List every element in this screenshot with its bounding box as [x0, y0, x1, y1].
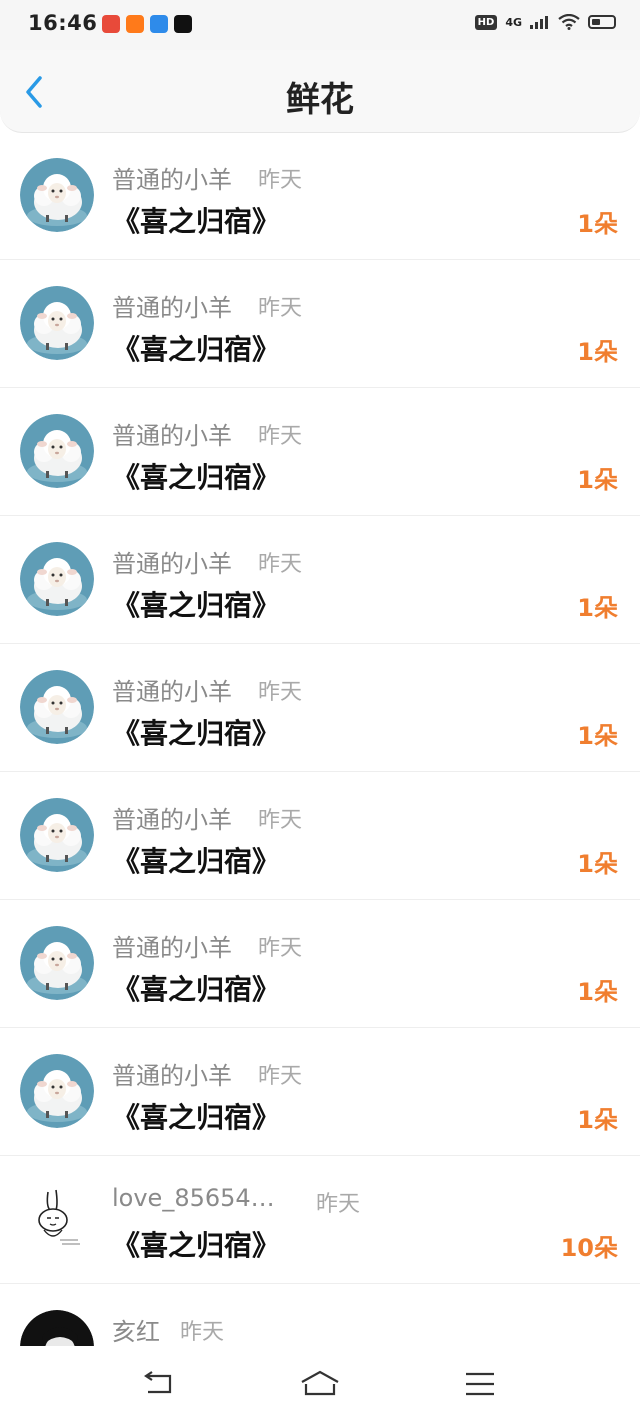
battery-icon — [588, 15, 616, 29]
status-right: HD 4G — [474, 14, 616, 30]
list-item[interactable]: 普通的小羊 昨天 《喜之归宿》 1朵 — [0, 132, 640, 260]
home-icon — [301, 1370, 339, 1396]
list-item[interactable]: 普通的小羊 昨天 《喜之归宿》 1朵 — [0, 644, 640, 772]
menu-icon — [466, 1372, 494, 1396]
nav-home-button[interactable] — [298, 1366, 342, 1402]
list-item[interactable]: 普通的小羊 昨天 《喜之归宿》 1朵 — [0, 388, 640, 516]
user-name: 亥红 — [112, 1318, 160, 1346]
time-label: 昨天 — [258, 424, 303, 449]
sheep-avatar[interactable] — [20, 286, 94, 360]
user-name: 普通的小羊 — [112, 806, 232, 834]
flower-list: 普通的小羊 昨天 《喜之归宿》 1朵 普通的小羊 昨天 《喜之归宿》 1朵 普通… — [0, 132, 640, 1370]
user-name: 普通的小羊 — [112, 166, 232, 194]
return-icon — [144, 1371, 172, 1394]
flower-count: 1朵 — [577, 466, 618, 494]
flower-count: 1朵 — [577, 850, 618, 878]
work-title: 《喜之归宿》 — [112, 461, 281, 494]
list-item[interactable]: 普通的小羊 昨天 《喜之归宿》 1朵 — [0, 900, 640, 1028]
tiktok-icon — [174, 15, 192, 33]
app-notification-icon — [126, 15, 144, 33]
user-name: 普通的小羊 — [112, 550, 232, 578]
list-item[interactable]: 普通的小羊 昨天 《喜之归宿》 1朵 — [0, 516, 640, 644]
sheep-avatar[interactable] — [20, 798, 94, 872]
user-name: 普通的小羊 — [112, 1062, 232, 1090]
work-title: 《喜之归宿》 — [112, 1229, 281, 1262]
signal-icon — [530, 16, 548, 29]
time-label: 昨天 — [258, 936, 303, 961]
work-title: 《喜之归宿》 — [112, 717, 281, 750]
time-label: 昨天 — [258, 680, 303, 705]
work-title: 《喜之归宿》 — [112, 973, 281, 1006]
status-time: 16:46 — [28, 11, 98, 35]
time-label: 昨天 — [316, 1192, 361, 1217]
work-title: 《喜之归宿》 — [112, 845, 281, 878]
flower-count: 1朵 — [577, 1106, 618, 1134]
user-name: 普通的小羊 — [112, 422, 232, 450]
list-item[interactable]: 普通的小羊 昨天 《喜之归宿》 1朵 — [0, 772, 640, 900]
hd-badge: HD — [474, 14, 498, 30]
time-label: 昨天 — [258, 1064, 303, 1089]
user-name: 普通的小羊 — [112, 934, 232, 962]
flower-count: 1朵 — [577, 722, 618, 750]
sheep-avatar[interactable] — [20, 414, 94, 488]
work-title: 《喜之归宿》 — [112, 333, 281, 366]
sheep-avatar[interactable] — [20, 926, 94, 1000]
time-label: 昨天 — [258, 552, 303, 577]
notification-icons — [102, 15, 192, 33]
sheep-avatar[interactable] — [20, 158, 94, 232]
nav-menu-button[interactable] — [462, 1366, 502, 1402]
user-name: 普通的小羊 — [112, 678, 232, 706]
time-label: 昨天 — [258, 168, 303, 193]
sheep-avatar[interactable] — [20, 542, 94, 616]
app-notification-icon — [102, 15, 120, 33]
system-nav-bar — [0, 1346, 640, 1422]
sheep-avatar[interactable] — [20, 670, 94, 744]
flower-count: 1朵 — [577, 594, 618, 622]
flower-count: 1朵 — [577, 338, 618, 366]
time-label: 昨天 — [258, 296, 303, 321]
time-label: 昨天 — [258, 808, 303, 833]
list-item[interactable]: 普通的小羊 昨天 《喜之归宿》 1朵 — [0, 1028, 640, 1156]
network-label: 4G — [505, 15, 522, 29]
wifi-icon — [558, 14, 580, 30]
work-title: 《喜之归宿》 — [112, 205, 281, 238]
list-item[interactable]: love_85654… 昨天 《喜之归宿》 10朵 — [0, 1156, 640, 1284]
rabbit-avatar[interactable] — [20, 1182, 94, 1256]
time-label: 昨天 — [180, 1320, 225, 1345]
work-title: 《喜之归宿》 — [112, 589, 281, 622]
nav-back-button[interactable] — [140, 1366, 180, 1402]
page-title: 鲜花 — [286, 80, 354, 120]
status-bar: 16:46 HD 4G — [0, 0, 640, 50]
list-item[interactable]: 普通的小羊 昨天 《喜之归宿》 1朵 — [0, 260, 640, 388]
user-name: 普通的小羊 — [112, 294, 232, 322]
flower-count: 1朵 — [577, 210, 618, 238]
flower-count: 1朵 — [577, 978, 618, 1006]
work-title: 《喜之归宿》 — [112, 1101, 281, 1134]
app-notification-icon — [150, 15, 168, 33]
sheep-avatar[interactable] — [20, 1054, 94, 1128]
flower-count: 10朵 — [560, 1234, 618, 1262]
header: 鲜花 — [0, 50, 640, 133]
user-name: love_85654… — [112, 1184, 275, 1212]
